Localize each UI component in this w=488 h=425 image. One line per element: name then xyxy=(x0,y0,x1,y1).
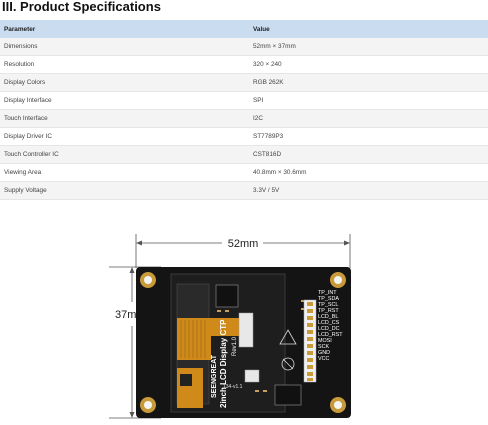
width-dimension: 52mm xyxy=(135,234,351,268)
table-row: Display Interface SPI xyxy=(0,91,488,110)
table-cell-value: I2C xyxy=(249,109,488,128)
table-cell-parameter: Resolution xyxy=(0,55,249,74)
pin-label: VCC xyxy=(318,356,329,362)
table-row: Resolution 320 × 240 xyxy=(0,55,488,74)
table-cell-value: 320 × 240 xyxy=(249,55,488,74)
table-row: Dimensions 52mm × 37mm xyxy=(0,38,488,56)
table-row: Viewing Area 40.8mm × 30.6mm xyxy=(0,163,488,182)
regulator-chip xyxy=(274,384,302,406)
table-cell-parameter: Dimensions xyxy=(0,38,249,56)
table-row: Display Colors RGB 262K xyxy=(0,73,488,92)
board-diagram: 52mm 37mm SEENGREAT 2inch LCD Display CT… xyxy=(109,234,351,419)
table-cell-parameter: Display Interface xyxy=(0,91,249,110)
table-cell-value: 40.8mm × 30.6mm xyxy=(249,163,488,182)
revision-label: Rev1.0 xyxy=(232,336,238,356)
section-title: III. Product Specifications xyxy=(2,0,161,14)
spec-table: Parameter Value Dimensions 52mm × 37mm R… xyxy=(0,20,488,200)
table-cell-parameter: Touch Interface xyxy=(0,109,249,128)
connector-marking: 134-v1.1 xyxy=(223,384,243,390)
table-row: Touch Interface I2C xyxy=(0,109,488,128)
width-label: 52mm xyxy=(228,238,259,250)
table-cell-value: CST816D xyxy=(249,145,488,164)
column-header-value: Value xyxy=(249,20,488,38)
table-cell-value: 52mm × 37mm xyxy=(249,38,488,56)
table-cell-value: 3.3V / 5V xyxy=(249,181,488,200)
table-cell-value: RGB 262K xyxy=(249,73,488,92)
table-cell-parameter: Touch Controller IC xyxy=(0,145,249,164)
brand-label: SEENGREAT xyxy=(211,354,218,398)
flex-cable xyxy=(177,318,211,360)
table-cell-value: SPI xyxy=(249,91,488,110)
table-row: Display Driver IC ST7789P3 xyxy=(0,127,488,146)
table-cell-parameter: Viewing Area xyxy=(0,163,249,182)
table-cell-parameter: Supply Voltage xyxy=(0,181,249,200)
column-header-parameter: Parameter xyxy=(0,20,249,38)
fpc-connector xyxy=(238,312,254,348)
table-row: Supply Voltage 3.3V / 5V xyxy=(0,181,488,200)
table-row: Touch Controller IC CST816D xyxy=(0,145,488,164)
ic-chip xyxy=(215,284,239,308)
table-cell-parameter: Display Driver IC xyxy=(0,127,249,146)
table-cell-value: ST7789P3 xyxy=(249,127,488,146)
table-header-row: Parameter Value xyxy=(0,20,488,38)
product-name-label: 2inch LCD Display CTP xyxy=(219,319,228,408)
table-cell-parameter: Display Colors xyxy=(0,73,249,92)
board-figure: 52mm 37mm SEENGREAT 2inch LCD Display CT… xyxy=(105,230,365,420)
